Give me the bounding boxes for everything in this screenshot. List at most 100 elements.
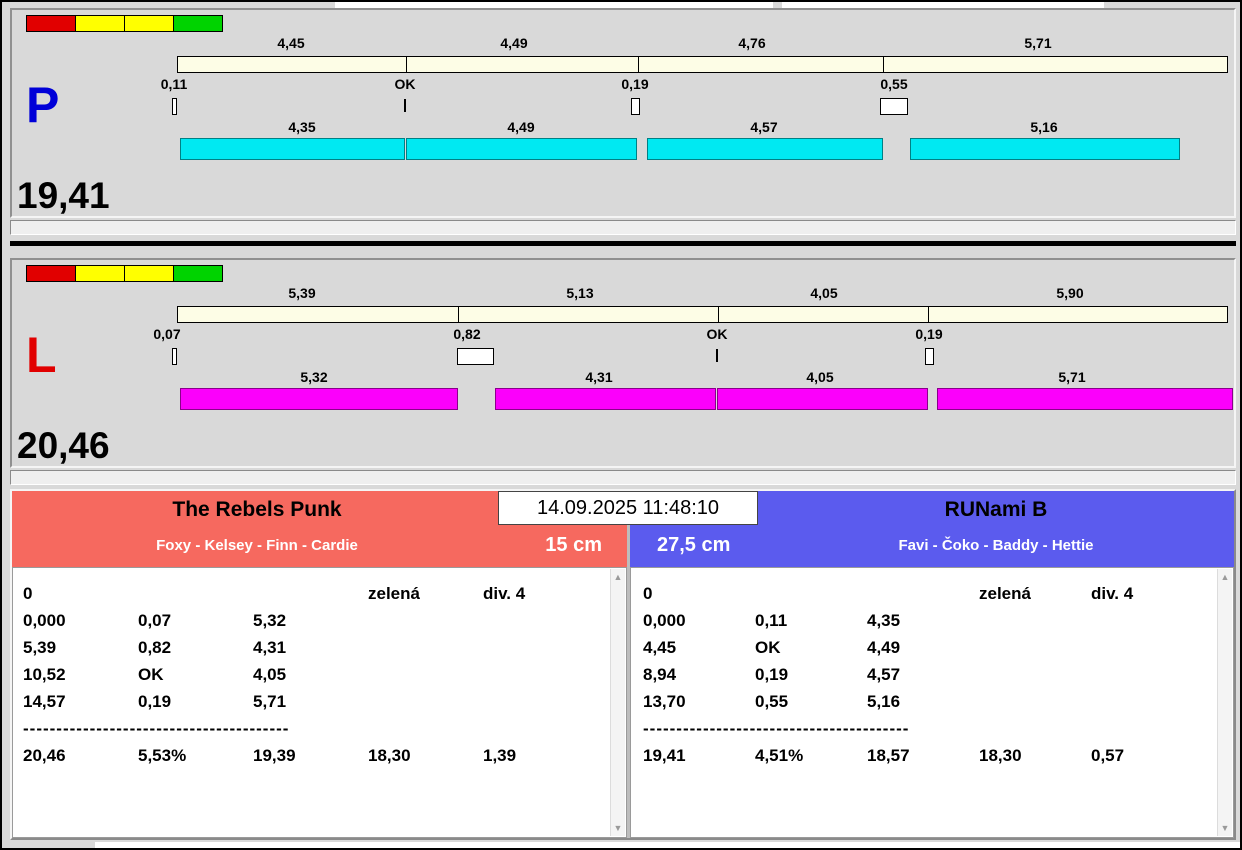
changeover-loss: 0,82	[453, 326, 481, 342]
cumulative-time: 5,39	[23, 638, 57, 657]
loss-marker-box	[880, 98, 908, 115]
light-red-icon	[26, 265, 76, 282]
split-time: 4,45	[277, 35, 305, 51]
separator-row: ----------------------------------------	[643, 715, 1233, 742]
team-panel-left: The Rebels Punk Foxy - Kelsey - Finn - C…	[12, 491, 627, 838]
track-divider	[458, 307, 459, 322]
light-yellow-icon	[124, 15, 174, 32]
run-time: 4,05	[806, 369, 834, 385]
lane-panel-l: 5,39 5,13 4,05 5,90 0,07 0,82 OK 0,19 5,…	[10, 258, 1236, 468]
cumulative-time: 14,57	[23, 692, 66, 711]
run-bar	[717, 388, 928, 410]
separator-line: ----------------------------------------	[23, 719, 290, 738]
light-green-icon	[173, 265, 223, 282]
lane-letter: L	[26, 327, 57, 383]
results-area: The Rebels Punk Foxy - Kelsey - Finn - C…	[10, 489, 1236, 840]
cumulative-time: 13,70	[643, 692, 686, 711]
run-time: 5,16	[1030, 119, 1058, 135]
run-time: 4,57	[750, 119, 778, 135]
start-lights	[26, 265, 223, 282]
team-dogs: Foxy - Kelsey - Finn - Cardie	[156, 537, 358, 554]
changeover-loss: 0,07	[138, 611, 172, 630]
ok-marker-line	[404, 99, 406, 112]
light-status: zelená	[979, 584, 1031, 603]
split-time: 4,49	[500, 35, 528, 51]
start-count: 0	[23, 584, 33, 603]
split-time: 4,05	[810, 285, 838, 301]
time-diff: 0,57	[1091, 746, 1125, 765]
seed-time: 18,30	[368, 746, 411, 765]
light-green-icon	[173, 15, 223, 32]
division-label: div. 4	[1091, 584, 1134, 603]
loss-marker-box	[631, 98, 640, 115]
changeover-loss: 0,19	[621, 76, 649, 92]
track-divider	[638, 57, 639, 72]
loss-marker-box	[172, 98, 177, 115]
track-divider	[718, 307, 719, 322]
lane-total-time: 19,41	[17, 175, 110, 216]
run-row: 13,70 0,55 5,16	[643, 688, 1233, 715]
scroll-up-icon[interactable]: ▲	[611, 572, 625, 582]
changeover-loss: 0,82	[138, 638, 172, 657]
run-bar	[180, 388, 458, 410]
loss-marker-box	[457, 348, 494, 365]
run-time: 5,16	[867, 692, 901, 711]
run-bar	[180, 138, 405, 160]
team-results: 0 zelená div. 4 0,000 0,07 5,32 5,39 0,8…	[12, 567, 627, 838]
run-row: 4,45 OK 4,49	[643, 634, 1233, 661]
separator-row: ----------------------------------------	[23, 715, 626, 742]
start-count: 0	[643, 584, 653, 603]
run-row: 5,39 0,82 4,31	[23, 634, 626, 661]
cumulative-time: 8,94	[643, 665, 677, 684]
run-time: 4,35	[288, 119, 316, 135]
time-diff: 1,39	[483, 746, 517, 765]
jump-height: 27,5 cm	[657, 534, 731, 556]
changeover-loss: OK	[706, 326, 728, 342]
run-time: 4,49	[867, 638, 901, 657]
run-time: 5,32	[300, 369, 328, 385]
light-red-icon	[26, 15, 76, 32]
changeover-loss: 0,19	[755, 665, 789, 684]
track-divider	[928, 307, 929, 322]
loss-marker-box	[925, 348, 934, 365]
totals-row: 20,46 5,53% 19,39 18,30 1,39	[23, 742, 626, 769]
loss-percent: 4,51%	[755, 746, 804, 765]
split-time: 5,71	[1024, 35, 1052, 51]
changeover-loss: 0,19	[915, 326, 943, 342]
info-row: 0 zelená div. 4	[643, 580, 1233, 607]
split-track	[177, 306, 1228, 323]
team-name: RUNami B	[944, 498, 1048, 521]
cumulative-time: 4,45	[643, 638, 677, 657]
run-row: 0,000 0,07 5,32	[23, 607, 626, 634]
changeover-loss: 0,11	[160, 76, 188, 92]
track-divider	[883, 57, 884, 72]
cumulative-time: 10,52	[23, 665, 66, 684]
changeover-loss: 0,55	[755, 692, 789, 711]
info-row: 0 zelená div. 4	[23, 580, 626, 607]
split-time: 5,39	[288, 285, 316, 301]
track-divider	[406, 57, 407, 72]
light-status: zelená	[368, 584, 420, 603]
scroll-down-icon[interactable]: ▼	[1218, 823, 1232, 833]
team-panel-right: RUNami B Favi - Čoko - Baddy - Hettie 27…	[630, 491, 1234, 838]
background-window-sliver	[95, 842, 1240, 848]
team-results: 0 zelená div. 4 0,000 0,11 4,35 4,45 OK …	[630, 567, 1234, 838]
run-row: 10,52 OK 4,05	[23, 661, 626, 688]
run-time: 5,32	[253, 611, 287, 630]
scroll-down-icon[interactable]: ▼	[611, 823, 625, 833]
changeover-loss: 0,07	[153, 326, 181, 342]
run-time: 4,35	[867, 611, 901, 630]
scrollbar[interactable]: ▲ ▼	[610, 569, 625, 836]
scrollbar[interactable]: ▲ ▼	[1217, 569, 1232, 836]
clean-time: 18,57	[867, 746, 910, 765]
run-time: 5,71	[253, 692, 287, 711]
division-label: div. 4	[483, 584, 526, 603]
run-time: 4,57	[867, 665, 901, 684]
team-dogs: Favi - Čoko - Baddy - Hettie	[898, 537, 1094, 554]
scroll-up-icon[interactable]: ▲	[1218, 572, 1232, 582]
split-track	[177, 56, 1228, 73]
changeover-loss: 0,19	[138, 692, 172, 711]
changeover-loss: OK	[755, 638, 781, 657]
team-name: The Rebels Punk	[172, 498, 342, 521]
run-bar	[910, 138, 1180, 160]
